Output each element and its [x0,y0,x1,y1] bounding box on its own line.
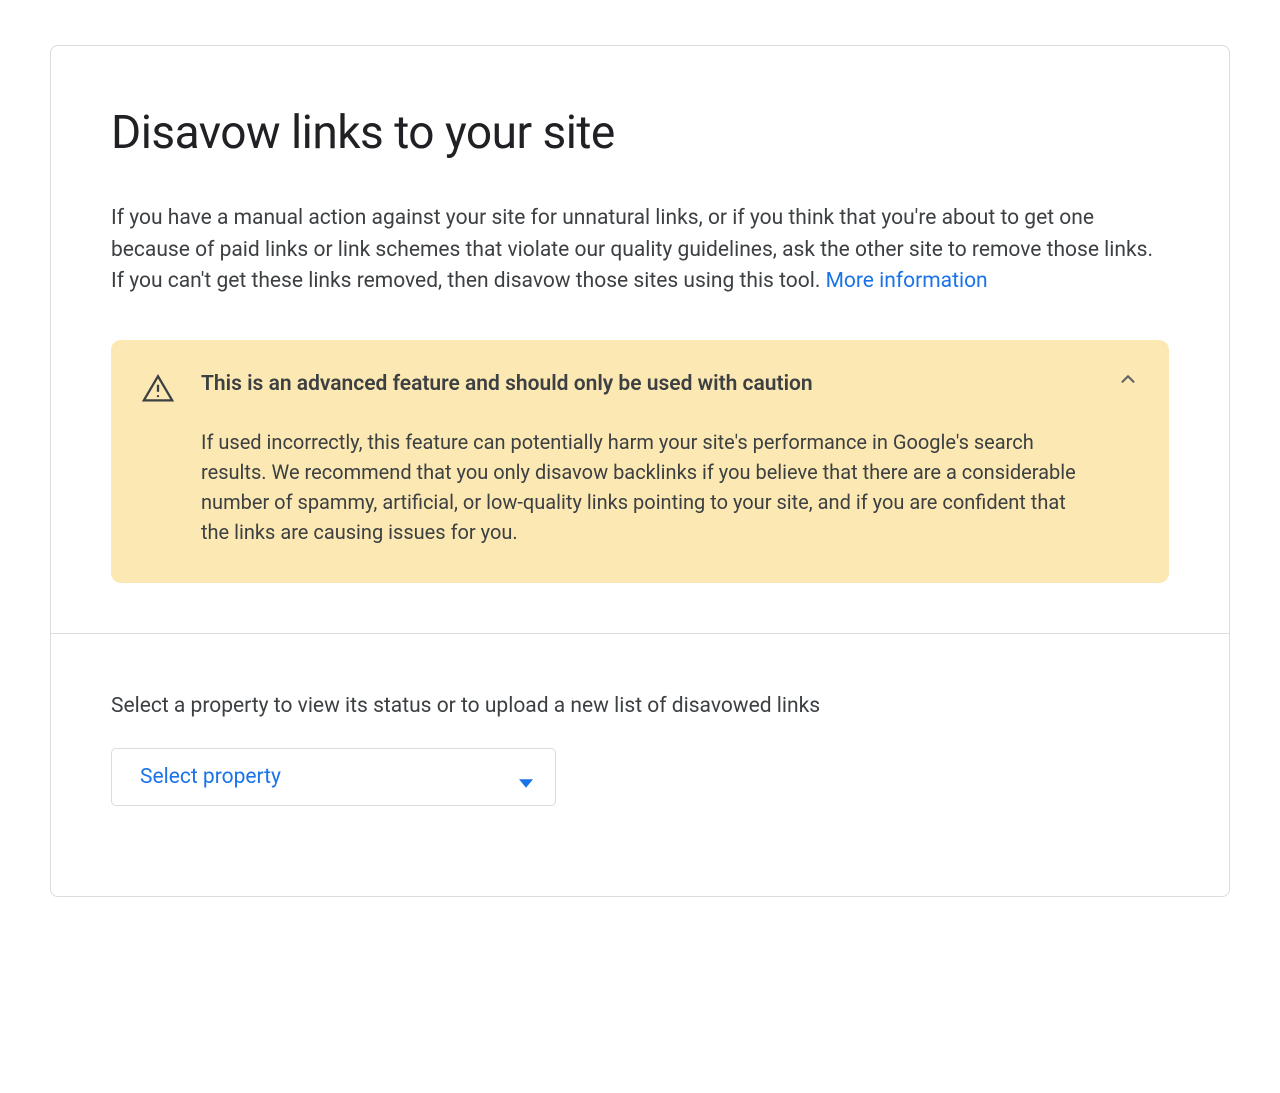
collapse-button[interactable] [1113,366,1143,396]
chevron-up-icon [1117,368,1139,393]
description-text: If you have a manual action against your… [111,206,1153,293]
warning-content: This is an advanced feature and should o… [201,370,1139,547]
warning-triangle-icon [141,372,175,406]
select-property-text: Select property [140,765,281,789]
description-paragraph: If you have a manual action against your… [111,203,1169,298]
select-property-label: Select a property to view its status or … [111,694,1169,718]
intro-section: Disavow links to your site If you have a… [51,46,1229,633]
select-property-dropdown[interactable]: Select property [111,748,556,806]
disavow-card: Disavow links to your site If you have a… [50,45,1230,897]
dropdown-arrow-icon [519,770,533,784]
warning-banner: This is an advanced feature and should o… [111,340,1169,583]
warning-title: This is an advanced feature and should o… [201,370,1089,399]
more-info-link[interactable]: More information [826,269,988,293]
page-title: Disavow links to your site [111,106,1169,161]
warning-body: If used incorrectly, this feature can po… [201,427,1089,547]
select-section: Select a property to view its status or … [51,634,1229,896]
